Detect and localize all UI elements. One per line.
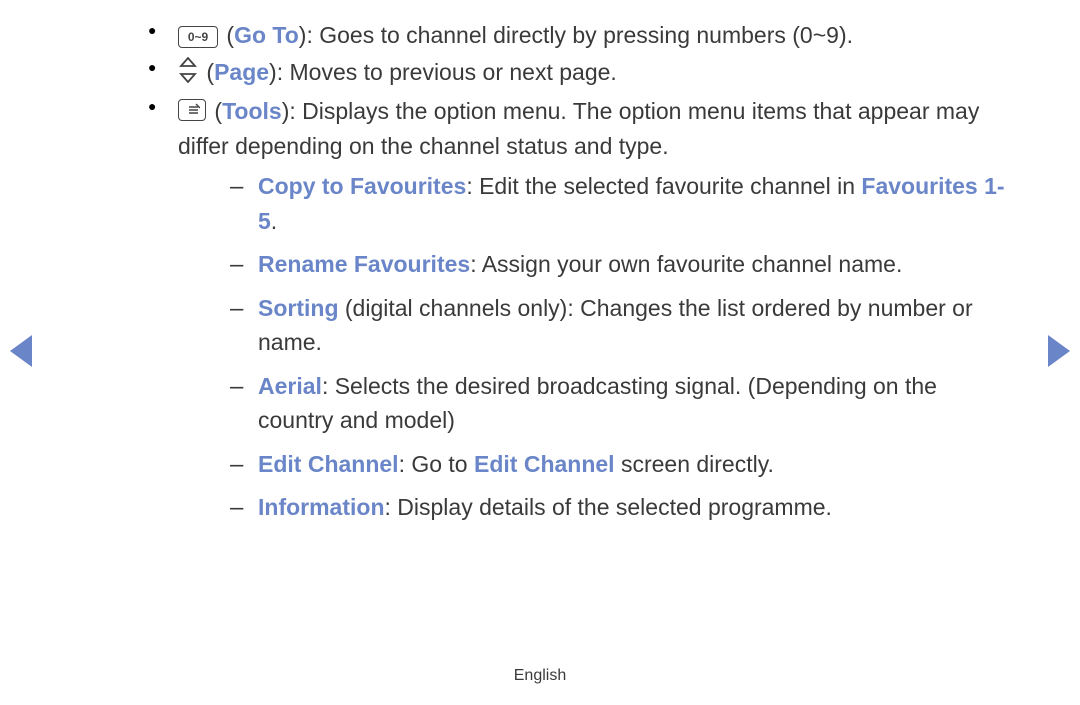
footer-language: English — [0, 667, 1080, 685]
manual-content: 0~9 (Go To): Goes to channel directly by… — [130, 18, 1010, 534]
item-description: : Displays the option menu. The option m… — [178, 98, 979, 159]
item-title: Go To — [234, 22, 299, 48]
sub-list-item: Information: Display details of the sele… — [226, 490, 1010, 525]
sub-list-item: Sorting (digital channels only): Changes… — [226, 291, 1010, 360]
item-title: Tools — [222, 98, 282, 124]
sub-list-item: Copy to Favourites: Edit the selected fa… — [226, 169, 1010, 238]
sub-item-title: Aerial — [258, 373, 322, 399]
item-description: : Goes to channel directly by pressing n… — [306, 22, 853, 48]
sub-item-title: Copy to Favourites — [258, 173, 466, 199]
nav-prev-arrow[interactable] — [10, 335, 32, 367]
item-description: : Moves to previous or next page. — [277, 59, 617, 85]
sub-item-title: Rename Favourites — [258, 251, 470, 277]
list-item: (Page): Moves to previous or next page. — [130, 55, 1010, 93]
sub-item-title: Information — [258, 494, 385, 520]
list-item: (Tools): Displays the option menu. The o… — [130, 94, 1010, 525]
tools-icon — [178, 99, 206, 121]
nav-next-arrow[interactable] — [1048, 335, 1070, 367]
num-keys-icon: 0~9 — [178, 26, 218, 48]
list-item: 0~9 (Go To): Goes to channel directly by… — [130, 18, 1010, 53]
page-updown-icon — [178, 57, 198, 93]
item-title: Page — [214, 59, 269, 85]
sub-item-title: Edit Channel — [258, 451, 399, 477]
sub-item-title: Sorting — [258, 295, 339, 321]
sub-list-item: Edit Channel: Go to Edit Channel screen … — [226, 447, 1010, 482]
sub-list-item: Aerial: Selects the desired broadcasting… — [226, 369, 1010, 438]
inline-link-text: Edit Channel — [474, 451, 615, 477]
sub-list-item: Rename Favourites: Assign your own favou… — [226, 247, 1010, 282]
